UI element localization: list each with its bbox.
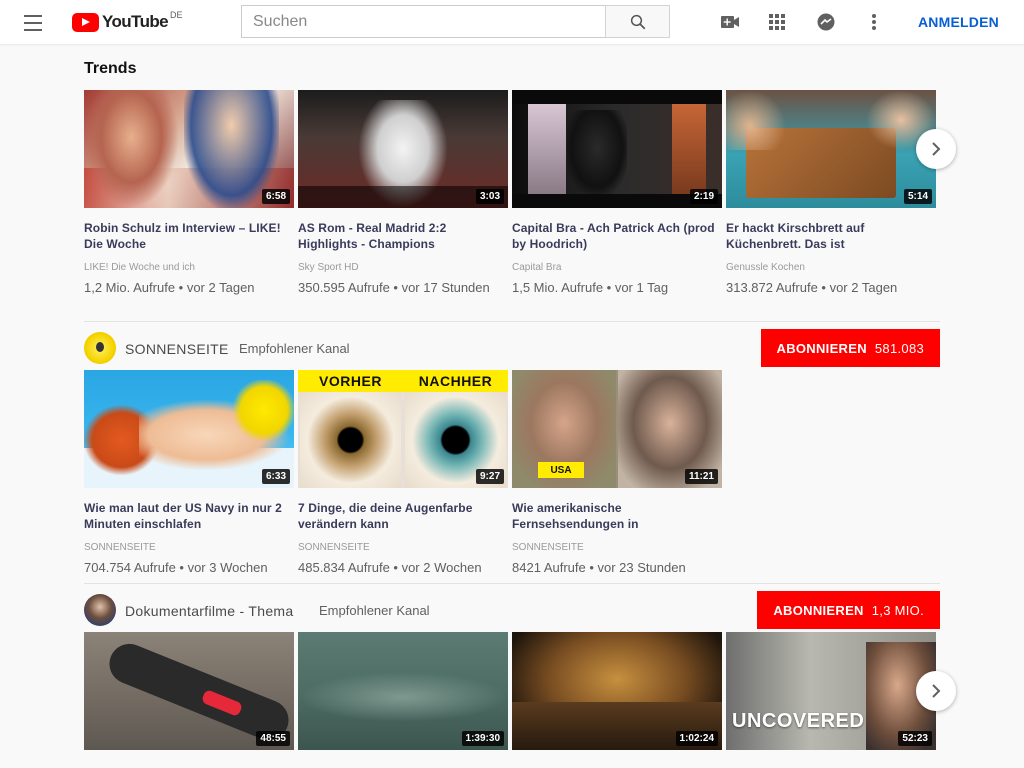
logo-text: YouTube xyxy=(102,12,169,31)
subscriber-count: 581.083 xyxy=(874,340,924,356)
search-bar xyxy=(241,5,670,38)
video-duration: 1:02:24 xyxy=(675,731,718,746)
video-channel[interactable]: Capital Bra xyxy=(512,262,722,276)
channel-avatar[interactable] xyxy=(84,594,116,626)
subscribe-label: ABONNIEREN xyxy=(776,340,867,356)
sign-in-button[interactable]: ANMELDEN xyxy=(918,14,999,30)
search-icon xyxy=(630,14,645,29)
video-duration: 5:14 xyxy=(903,189,932,204)
channel-avatar[interactable] xyxy=(84,332,116,364)
masthead: YouTube DE Suchen ANMELDEN xyxy=(0,0,1024,44)
more-options-icon[interactable] xyxy=(863,11,885,33)
video-duration: 9:27 xyxy=(475,469,504,484)
guide-menu-button[interactable] xyxy=(24,12,46,32)
channel-tag: Empfohlener Kanal xyxy=(319,603,430,618)
video-title[interactable]: Er hackt Kirschbrett auf Küchenbrett. Da… xyxy=(726,220,936,252)
video-title[interactable]: Wie man laut der US Navy in nur 2 Minute… xyxy=(84,500,294,532)
chevron-right-icon xyxy=(932,684,941,698)
video-card[interactable]: 1:39:30 xyxy=(298,632,508,750)
thumbnail-banner-left: VORHER xyxy=(319,373,382,389)
video-channel[interactable]: Genussle Kochen xyxy=(726,262,936,276)
subscriber-count: 1,3 MIO. xyxy=(871,602,924,618)
messages-icon[interactable] xyxy=(815,11,837,33)
section-title-trending[interactable]: Trends xyxy=(84,60,136,78)
video-card[interactable]: VORHER NACHHER 9:27 7 Dinge, die deine A… xyxy=(298,370,508,577)
upload-video-icon[interactable] xyxy=(719,11,741,33)
youtube-play-icon xyxy=(72,12,99,32)
video-metadata: 1,5 Mio. Aufrufe • vor 1 Tag xyxy=(512,280,669,295)
video-title[interactable]: 7 Dinge, die deine Augenfarbe verändern … xyxy=(298,500,508,532)
video-channel[interactable]: SONNENSEITE xyxy=(84,542,294,556)
video-thumbnail[interactable]: 2:19 xyxy=(512,90,722,208)
subscribe-button[interactable]: ABONNIEREN 581.083 xyxy=(760,329,940,367)
video-thumbnail[interactable]: 1:39:30 xyxy=(298,632,508,750)
video-channel[interactable]: SONNENSEITE xyxy=(512,542,722,556)
search-input[interactable] xyxy=(241,5,605,38)
video-thumbnail[interactable]: 3:03 xyxy=(298,90,508,208)
video-duration: 6:58 xyxy=(261,189,290,204)
shelf-divider xyxy=(84,583,940,584)
video-card[interactable]: 48:55 xyxy=(84,632,294,750)
thumbnail-overlay-text: UNCOVERED xyxy=(732,710,865,732)
apps-grid-icon[interactable] xyxy=(766,11,788,33)
video-card[interactable]: 6:33 Wie man laut der US Navy in nur 2 M… xyxy=(84,370,294,577)
youtube-logo[interactable]: YouTube DE xyxy=(72,10,183,33)
video-card[interactable]: 3:03 AS Rom - Real Madrid 2:2 Highlights… xyxy=(298,90,508,297)
channel-shelf-header: Dokumentarfilme - Thema Empfohlener Kana… xyxy=(84,591,940,631)
video-thumbnail[interactable]: 5:14 xyxy=(726,90,936,208)
video-metadata: 704.754 Aufrufe • vor 3 Wochen xyxy=(84,560,268,575)
chevron-right-icon xyxy=(932,142,941,156)
video-title[interactable]: AS Rom - Real Madrid 2:2 Highlights - Ch… xyxy=(298,220,508,252)
video-metadata: 485.834 Aufrufe • vor 2 Wochen xyxy=(298,560,482,575)
video-duration: 52:23 xyxy=(898,731,932,746)
video-metadata: 350.595 Aufrufe • vor 17 Stunden xyxy=(298,280,490,295)
video-card[interactable]: 2:19 Capital Bra - Ach Patrick Ach (prod… xyxy=(512,90,722,297)
video-duration: 1:39:30 xyxy=(461,731,504,746)
video-duration: 48:55 xyxy=(256,731,290,746)
channel-shelf-header: SONNENSEITE Empfohlener Kanal ABONNIEREN… xyxy=(84,329,940,369)
video-card[interactable]: USA 11:21 Wie amerikanische Fernsehsendu… xyxy=(512,370,722,577)
thumbnail-banner-right: NACHHER xyxy=(418,373,493,389)
video-channel[interactable]: LIKE! Die Woche und ich xyxy=(84,262,294,276)
search-button[interactable] xyxy=(605,5,670,38)
video-thumbnail[interactable]: 6:33 xyxy=(84,370,294,488)
video-thumbnail[interactable]: 1:02:24 xyxy=(512,632,722,750)
thumbnail-badge: USA xyxy=(550,464,572,476)
video-title[interactable]: Capital Bra - Ach Patrick Ach (prod by H… xyxy=(512,220,722,252)
video-duration: 2:19 xyxy=(689,189,718,204)
video-thumbnail[interactable]: 48:55 xyxy=(84,632,294,750)
video-channel[interactable]: Sky Sport HD xyxy=(298,262,508,276)
video-channel[interactable]: SONNENSEITE xyxy=(298,542,508,556)
video-metadata: 8421 Aufrufe • vor 23 Stunden xyxy=(512,560,686,575)
channel-name[interactable]: Dokumentarfilme - Thema xyxy=(125,603,293,619)
logo-region: DE xyxy=(170,10,183,20)
video-title[interactable]: Robin Schulz im Interview – LIKE! Die Wo… xyxy=(84,220,294,252)
shelf-next-button[interactable] xyxy=(916,671,956,711)
video-card[interactable]: UNCOVERED 52:23 xyxy=(726,632,936,750)
shelf-next-button[interactable] xyxy=(916,129,956,169)
video-card[interactable]: 5:14 Er hackt Kirschbrett auf Küchenbret… xyxy=(726,90,936,297)
video-duration: 6:33 xyxy=(261,469,290,484)
video-thumbnail[interactable]: USA 11:21 xyxy=(512,370,722,488)
video-metadata: 1,2 Mio. Aufrufe • vor 2 Tagen xyxy=(84,280,255,295)
shelf-divider xyxy=(84,321,940,322)
video-duration: 3:03 xyxy=(475,189,504,204)
video-title[interactable]: Wie amerikanische Fernsehsendungen in xyxy=(512,500,722,532)
video-thumbnail[interactable]: UNCOVERED 52:23 xyxy=(726,632,936,750)
video-thumbnail[interactable]: VORHER NACHHER 9:27 xyxy=(298,370,508,488)
channel-name[interactable]: SONNENSEITE xyxy=(125,341,229,357)
video-metadata: 313.872 Aufrufe • vor 2 Tagen xyxy=(726,280,898,295)
channel-tag: Empfohlener Kanal xyxy=(239,341,350,356)
subscribe-label: ABONNIEREN xyxy=(773,602,864,618)
subscribe-button[interactable]: ABONNIEREN 1,3 MIO. xyxy=(757,591,940,629)
video-duration: 11:21 xyxy=(684,469,718,484)
video-card[interactable]: 6:58 Robin Schulz im Interview – LIKE! D… xyxy=(84,90,294,297)
video-card[interactable]: 1:02:24 xyxy=(512,632,722,750)
video-thumbnail[interactable]: 6:58 xyxy=(84,90,294,208)
